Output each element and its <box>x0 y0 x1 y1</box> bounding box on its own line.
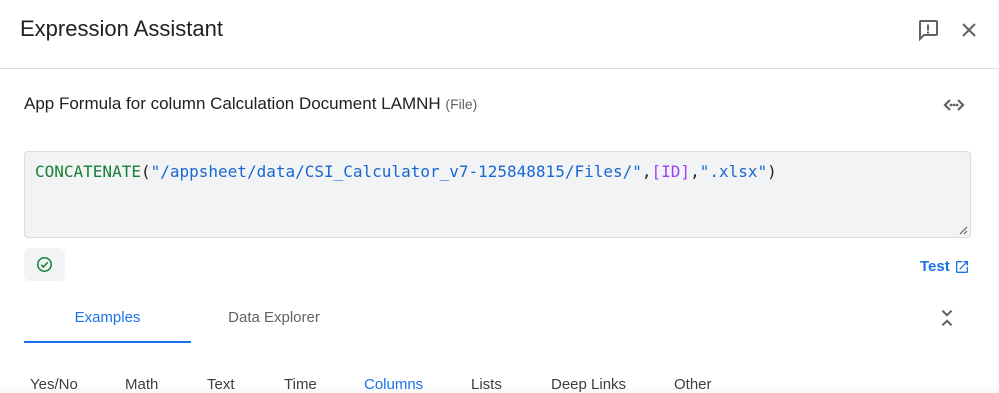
expr-column-ref: [ID] <box>651 162 691 181</box>
expr-open-paren: ( <box>140 162 151 181</box>
check-circle-icon <box>36 256 53 273</box>
collapse-icon[interactable] <box>936 307 958 329</box>
formula-label-text: App Formula for column Calculation Docum… <box>24 94 441 113</box>
subtab-math[interactable]: Math <box>125 376 158 393</box>
close-icon[interactable] <box>957 18 981 42</box>
expr-separator: , <box>690 162 700 181</box>
subtab-lists[interactable]: Lists <box>471 376 502 393</box>
subtab-deep-links[interactable]: Deep Links <box>551 376 626 393</box>
subtab-yes-no[interactable]: Yes/No <box>30 376 78 393</box>
formula-label: App Formula for column Calculation Docum… <box>24 94 477 114</box>
dialog-body: App Formula for column Calculation Docum… <box>0 69 999 393</box>
test-link[interactable]: Test <box>920 258 970 275</box>
formula-type-hint: (File) <box>445 96 478 112</box>
subtab-time[interactable]: Time <box>284 376 317 393</box>
test-label: Test <box>920 258 950 275</box>
expression-editor[interactable]: CONCATENATE("/appsheet/data/CSI_Calculat… <box>24 151 971 238</box>
resize-handle-icon[interactable] <box>958 225 968 235</box>
subtab-text[interactable]: Text <box>207 376 235 393</box>
subtab-other[interactable]: Other <box>674 376 712 393</box>
open-in-new-icon <box>955 260 968 273</box>
validity-indicator[interactable] <box>24 248 65 281</box>
code-icon[interactable] <box>942 93 966 117</box>
feedback-icon[interactable] <box>916 18 940 42</box>
dialog-title: Expression Assistant <box>20 16 223 41</box>
dialog-header: Expression Assistant <box>0 0 999 69</box>
expr-close-paren: ) <box>767 162 777 181</box>
expr-separator: , <box>641 162 652 181</box>
expr-function: CONCATENATE <box>35 162 141 181</box>
expression-code[interactable]: CONCATENATE("/appsheet/data/CSI_Calculat… <box>35 162 777 181</box>
tab-data-explorer[interactable]: Data Explorer <box>204 297 344 341</box>
tab-bar: Examples Data Explorer <box>24 297 971 343</box>
expr-arg-path: "/appsheet/data/CSI_Calculator_v7-125848… <box>150 162 642 181</box>
expr-arg-extension: ".xlsx" <box>699 162 768 181</box>
tab-examples[interactable]: Examples <box>24 297 191 343</box>
subtab-columns[interactable]: Columns <box>364 376 423 393</box>
